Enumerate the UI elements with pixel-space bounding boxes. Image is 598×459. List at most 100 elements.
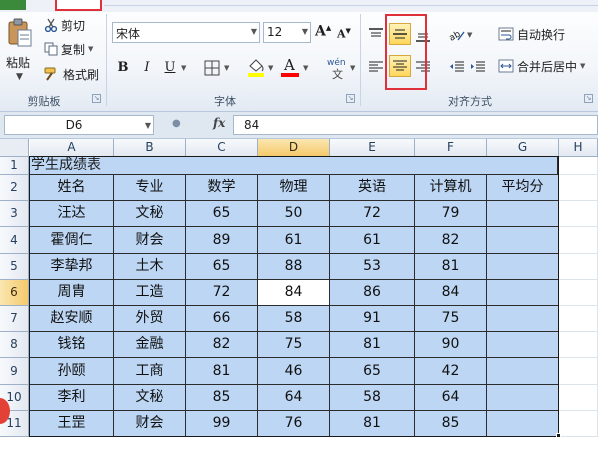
table-cell[interactable]: 财会 xyxy=(114,227,186,254)
table-cell[interactable]: 84 xyxy=(258,280,330,306)
table-cell[interactable]: 61 xyxy=(330,227,415,254)
chevron-down-icon[interactable]: ▼ xyxy=(303,64,308,72)
column-header-c[interactable]: C xyxy=(186,139,258,157)
table-cell[interactable]: 霍倜仁 xyxy=(30,227,114,254)
header-cell[interactable]: 姓名 xyxy=(30,175,114,201)
table-cell[interactable]: 钱铭 xyxy=(30,332,114,358)
row-header-5[interactable]: 5 xyxy=(0,254,29,280)
format-painter-button[interactable]: 格式刷 xyxy=(44,64,99,84)
row-header-9[interactable]: 9 xyxy=(0,358,29,385)
table-cell[interactable]: 文秘 xyxy=(114,385,186,411)
name-box[interactable]: D6 ▼ xyxy=(4,115,154,135)
empty-cell[interactable] xyxy=(559,385,598,411)
cut-button[interactable]: 剪切 xyxy=(44,15,85,35)
header-cell[interactable]: 平均分 xyxy=(487,175,559,201)
row-header-4[interactable]: 4 xyxy=(0,227,29,254)
table-cell[interactable]: 72 xyxy=(330,201,415,227)
header-cell[interactable]: 专业 xyxy=(114,175,186,201)
table-cell[interactable] xyxy=(487,332,559,358)
table-cell[interactable]: 79 xyxy=(415,201,487,227)
table-cell[interactable]: 61 xyxy=(258,227,330,254)
orientation-button[interactable]: ab xyxy=(446,24,468,46)
fill-handle[interactable] xyxy=(556,433,561,438)
table-cell[interactable]: 工商 xyxy=(114,358,186,385)
empty-cell[interactable] xyxy=(559,157,598,175)
table-cell[interactable]: 99 xyxy=(186,411,258,437)
table-cell[interactable]: 81 xyxy=(415,254,487,280)
chevron-down-icon[interactable]: ▼ xyxy=(268,64,273,72)
row-header-2[interactable]: 2 xyxy=(0,175,29,201)
table-cell[interactable]: 75 xyxy=(415,306,487,332)
table-cell[interactable] xyxy=(487,385,559,411)
table-cell[interactable]: 91 xyxy=(330,306,415,332)
empty-cell[interactable] xyxy=(559,358,598,385)
chevron-down-icon[interactable]: ▼ xyxy=(580,62,585,70)
column-header-a[interactable]: A xyxy=(30,139,114,157)
dialog-launcher-icon[interactable]: ↘ xyxy=(346,94,355,103)
table-cell[interactable]: 65 xyxy=(330,358,415,385)
table-cell[interactable]: 周胄 xyxy=(30,280,114,306)
header-cell[interactable]: 数学 xyxy=(186,175,258,201)
table-cell[interactable]: 工造 xyxy=(114,280,186,306)
table-cell[interactable] xyxy=(487,411,559,437)
table-cell[interactable]: 90 xyxy=(415,332,487,358)
table-cell[interactable] xyxy=(487,358,559,385)
column-header-b[interactable]: B xyxy=(114,139,186,157)
header-cell[interactable]: 物理 xyxy=(258,175,330,201)
italic-button[interactable]: I xyxy=(137,58,157,78)
table-cell[interactable]: 文秘 xyxy=(114,201,186,227)
table-cell[interactable]: 88 xyxy=(258,254,330,280)
table-cell[interactable]: 赵安顺 xyxy=(30,306,114,332)
table-cell[interactable]: 85 xyxy=(415,411,487,437)
copy-button[interactable]: 复制 ▼ xyxy=(44,39,93,59)
chevron-down-icon[interactable]: ▼ xyxy=(467,31,472,39)
decrease-indent-button[interactable] xyxy=(446,56,468,78)
borders-icon[interactable] xyxy=(204,60,220,76)
table-cell[interactable]: 李挚邦 xyxy=(30,254,114,280)
chevron-down-icon[interactable]: ▼ xyxy=(145,121,151,130)
select-all-button[interactable] xyxy=(0,139,29,157)
chevron-down-icon[interactable]: ▼ xyxy=(302,27,308,36)
table-cell[interactable] xyxy=(487,254,559,280)
underline-button[interactable]: U xyxy=(160,58,180,78)
table-cell[interactable]: 50 xyxy=(258,201,330,227)
insert-function-button[interactable]: fx xyxy=(213,116,225,130)
bold-button[interactable]: B xyxy=(113,58,133,78)
empty-cell[interactable] xyxy=(559,227,598,254)
top-align-button[interactable] xyxy=(365,24,387,46)
merge-center-button[interactable]: 合并后居中 ▼ xyxy=(498,56,585,76)
chevron-down-icon[interactable]: ▼ xyxy=(16,72,23,82)
table-cell[interactable]: 李利 xyxy=(30,385,114,411)
font-name-select[interactable]: 宋体 ▼ xyxy=(112,22,260,43)
column-header-h[interactable]: H xyxy=(559,139,598,157)
table-cell[interactable]: 64 xyxy=(258,385,330,411)
empty-cell[interactable] xyxy=(559,411,598,437)
font-size-select[interactable]: 12 ▼ xyxy=(263,22,311,43)
table-cell[interactable]: 58 xyxy=(258,306,330,332)
table-cell[interactable]: 金融 xyxy=(114,332,186,358)
table-cell[interactable]: 66 xyxy=(186,306,258,332)
phonetic-guide-button[interactable]: wén 文 xyxy=(327,58,349,81)
table-cell[interactable] xyxy=(487,201,559,227)
empty-cell[interactable] xyxy=(559,280,598,306)
row-header-8[interactable]: 8 xyxy=(0,332,29,358)
table-cell[interactable]: 65 xyxy=(186,201,258,227)
table-cell[interactable]: 王罡 xyxy=(30,411,114,437)
table-cell[interactable]: 汪达 xyxy=(30,201,114,227)
table-cell[interactable]: 72 xyxy=(186,280,258,306)
table-cell[interactable]: 财会 xyxy=(114,411,186,437)
formula-bar-splitter-icon[interactable]: ● xyxy=(172,118,181,129)
shrink-font-button[interactable]: A▼ xyxy=(337,26,351,41)
chevron-down-icon[interactable]: ▼ xyxy=(251,27,257,36)
table-cell[interactable]: 89 xyxy=(186,227,258,254)
table-cell[interactable]: 孙颐 xyxy=(30,358,114,385)
fill-color-icon[interactable] xyxy=(246,57,266,77)
grow-font-button[interactable]: A▲ xyxy=(315,23,331,40)
table-cell[interactable]: 85 xyxy=(186,385,258,411)
home-tab-highlight[interactable] xyxy=(55,0,102,11)
table-cell[interactable]: 82 xyxy=(186,332,258,358)
dialog-launcher-icon[interactable]: ↘ xyxy=(92,94,101,103)
row-header-7[interactable]: 7 xyxy=(0,306,29,332)
table-cell[interactable]: 58 xyxy=(330,385,415,411)
chevron-down-icon[interactable]: ▼ xyxy=(88,45,93,53)
